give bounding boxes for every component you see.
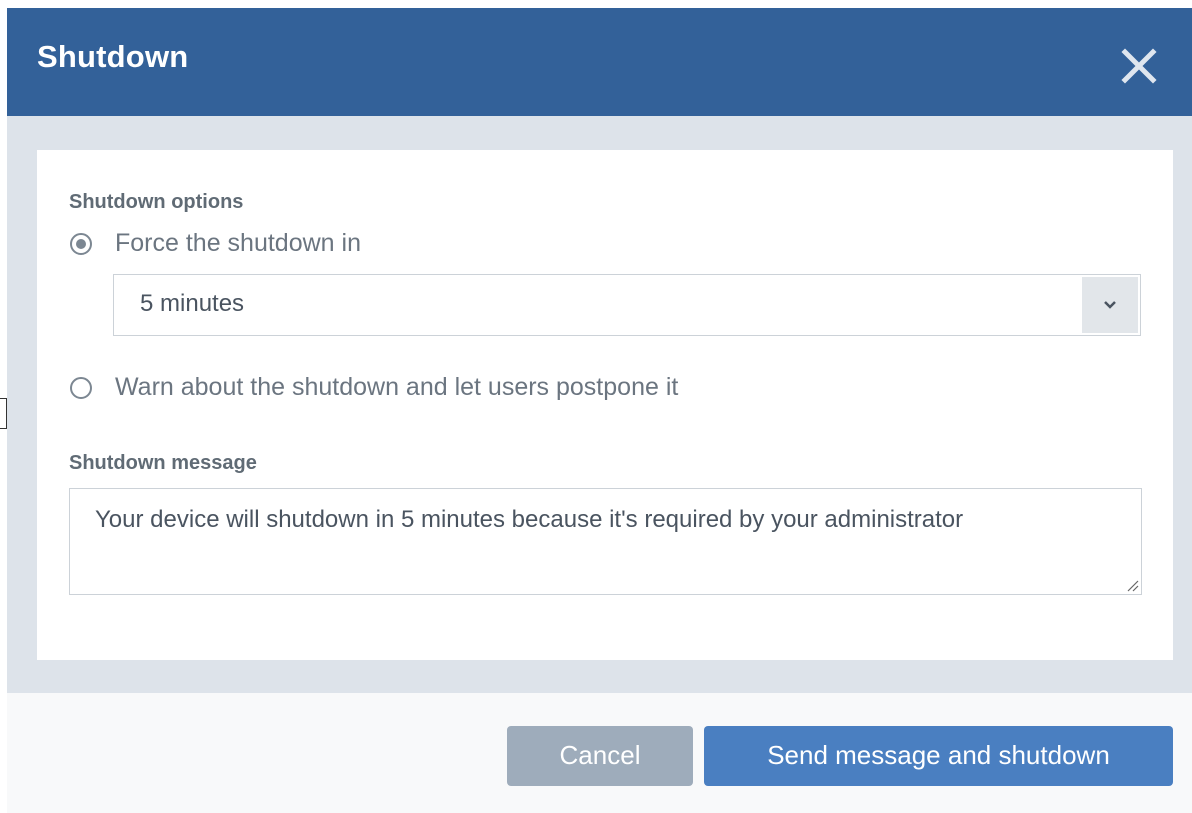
shutdown-message-textarea[interactable]: Your device will shutdown in 5 minutes b… <box>69 488 1142 595</box>
radio-warn-shutdown-label: Warn about the shutdown and let users po… <box>115 373 679 401</box>
resize-grip-icon[interactable] <box>1125 578 1139 592</box>
dialog-body: Shutdown options Force the shutdown in 5… <box>7 116 1192 693</box>
dialog-title: Shutdown <box>37 39 189 74</box>
options-panel: Shutdown options Force the shutdown in 5… <box>37 150 1173 660</box>
close-icon <box>1121 48 1157 84</box>
radio-warn-shutdown[interactable]: Warn about the shutdown and let users po… <box>70 373 678 402</box>
shutdown-message-label: Shutdown message <box>69 452 257 474</box>
close-button[interactable] <box>1119 46 1159 86</box>
radio-force-shutdown-label: Force the shutdown in <box>115 229 361 257</box>
dialog-header: Shutdown <box>7 8 1192 116</box>
radio-button-unchecked[interactable] <box>70 376 92 399</box>
cancel-button[interactable]: Cancel <box>507 726 693 786</box>
shutdown-dialog: Shutdown Shutdown options Force the shut… <box>7 8 1192 813</box>
select-toggle[interactable] <box>1082 277 1138 333</box>
chevron-down-icon <box>1104 301 1116 309</box>
shutdown-delay-select[interactable]: 5 minutes <box>113 274 1141 336</box>
shutdown-delay-value: 5 minutes <box>140 290 245 317</box>
window-edge-artifact <box>0 398 7 429</box>
radio-force-shutdown[interactable]: Force the shutdown in <box>70 229 361 258</box>
shutdown-options-label: Shutdown options <box>69 191 244 213</box>
send-message-shutdown-button[interactable]: Send message and shutdown <box>704 726 1173 786</box>
shutdown-message-text: Your device will shutdown in 5 minutes b… <box>95 506 964 533</box>
radio-button-checked[interactable] <box>70 232 92 255</box>
dialog-footer: Cancel Send message and shutdown <box>7 693 1192 813</box>
